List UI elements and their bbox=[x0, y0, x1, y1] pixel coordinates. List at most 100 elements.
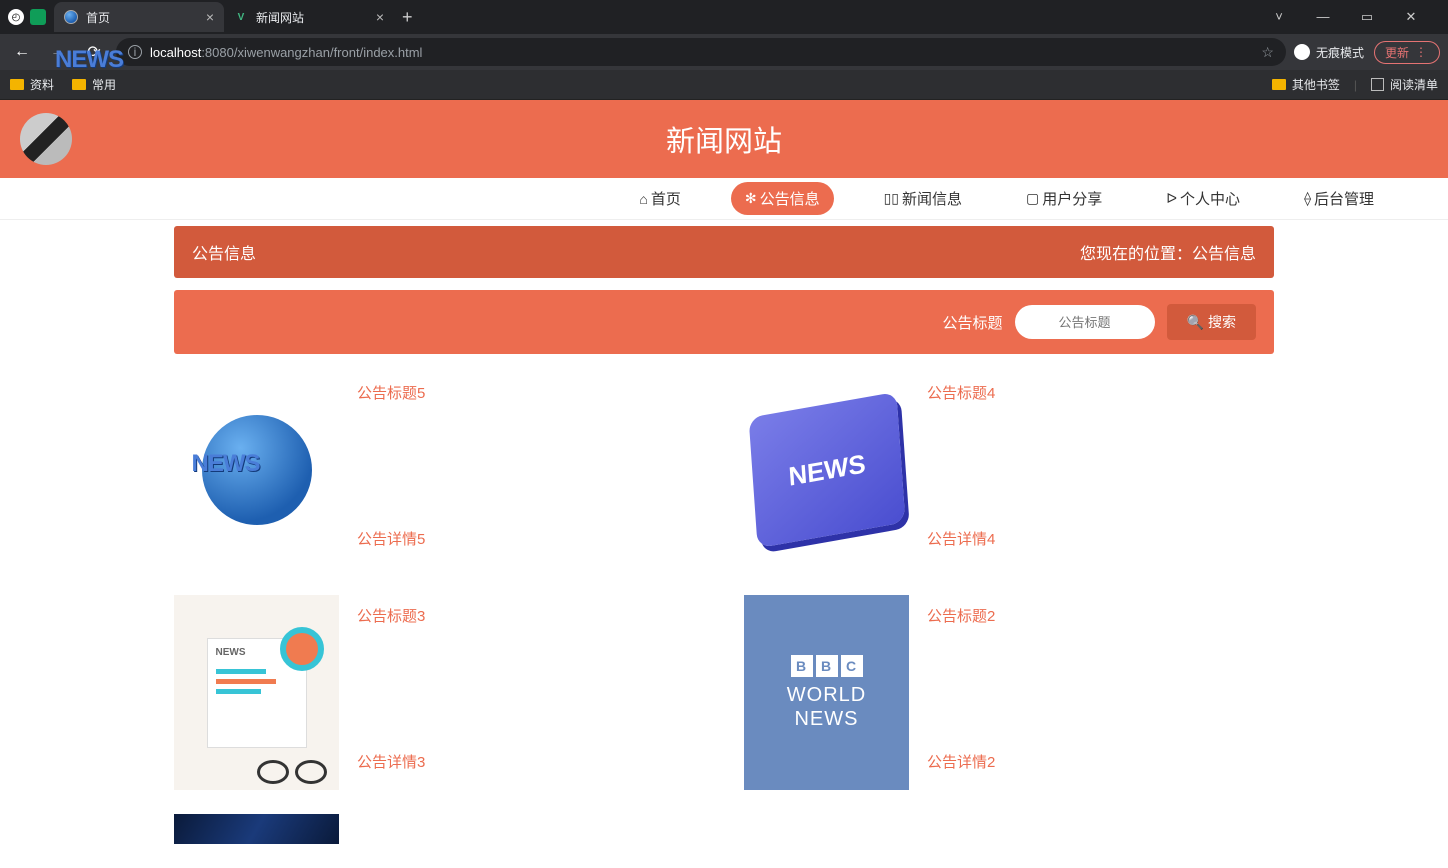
breadcrumb: 公告信息 您现在的位置：公告信息 bbox=[174, 226, 1274, 278]
search-input[interactable] bbox=[1015, 305, 1155, 339]
person-icon: ᐅ bbox=[1166, 190, 1177, 207]
bookmark-folder-materials[interactable]: 资料 bbox=[10, 76, 54, 93]
bbc-logo-icon: BBC bbox=[791, 655, 863, 677]
menu-dots-icon[interactable]: ⋮ bbox=[1415, 45, 1425, 59]
url-path: :8080/xiwenwangzhan/front/index.html bbox=[201, 45, 422, 60]
app-icon bbox=[30, 9, 46, 25]
thumbnail: NEWS bbox=[744, 372, 909, 567]
nav-admin[interactable]: ⟠ 后台管理 bbox=[1290, 182, 1388, 215]
update-button[interactable]: 更新 ⋮ bbox=[1374, 41, 1440, 64]
search-label: 公告标题 bbox=[943, 312, 1003, 333]
bookmark-star-icon[interactable]: ☆ bbox=[1261, 44, 1274, 61]
site-nav: ⌂ 首页 ✻ 公告信息 ▯▯ 新闻信息 ▢ 用户分享 ᐅ 个人中心 ⟠ 后台管理 bbox=[0, 178, 1448, 220]
favicon-vue-icon: V bbox=[234, 10, 248, 24]
section-title: 公告信息 bbox=[192, 240, 256, 264]
home-icon: ⌂ bbox=[639, 191, 647, 207]
announcement-icon: ✻ bbox=[745, 190, 757, 207]
page-viewport[interactable]: 新闻网站 ⌂ 首页 ✻ 公告信息 ▯▯ 新闻信息 ▢ 用户分享 ᐅ 个人中心 ⟠… bbox=[0, 100, 1448, 868]
nav-label: 用户分享 bbox=[1042, 188, 1102, 209]
incognito-label: 无痕模式 bbox=[1316, 44, 1364, 61]
incognito-indicator[interactable]: 无痕模式 bbox=[1294, 44, 1364, 61]
news-key-icon: NEWS bbox=[748, 391, 905, 547]
bbc-text: WORLDNEWS bbox=[787, 683, 866, 731]
newspaper-icon bbox=[207, 638, 307, 748]
news-globe-icon bbox=[202, 415, 312, 525]
share-icon: ▢ bbox=[1026, 190, 1039, 207]
card-detail[interactable]: 公告详情5 bbox=[357, 528, 425, 549]
window-controls: ˅ — ▭ ✕ bbox=[1250, 9, 1440, 25]
site-header: 新闻网站 bbox=[0, 100, 1448, 178]
thumbnail: BBC WORLDNEWS bbox=[744, 595, 909, 790]
nav-news[interactable]: ▯▯ 新闻信息 bbox=[870, 182, 976, 215]
incognito-icon bbox=[1294, 44, 1310, 60]
close-icon[interactable]: × bbox=[206, 9, 214, 25]
avatar[interactable] bbox=[20, 113, 72, 165]
announcement-card[interactable]: 公告标题3 公告详情3 bbox=[174, 595, 704, 790]
address-row: ← → ⟳ i localhost:8080/xiwenwangzhan/fro… bbox=[0, 34, 1448, 70]
announcement-card[interactable]: NEWS 公告标题4 公告详情4 bbox=[744, 372, 1274, 567]
other-bookmarks[interactable]: 其他书签 bbox=[1272, 76, 1340, 93]
thumbnail bbox=[174, 814, 339, 844]
tab-news-site[interactable]: V 新闻网站 × bbox=[224, 2, 394, 32]
nav-share[interactable]: ▢ 用户分享 bbox=[1012, 182, 1116, 215]
nav-label: 个人中心 bbox=[1180, 188, 1240, 209]
favicon-globe-icon bbox=[64, 10, 78, 24]
chevron-down-icon[interactable]: ˅ bbox=[1266, 9, 1292, 25]
announcement-card[interactable] bbox=[174, 814, 704, 844]
link-icon: ⟠ bbox=[1304, 190, 1311, 207]
announcement-card[interactable]: BBC WORLDNEWS 公告标题2 公告详情2 bbox=[744, 595, 1274, 790]
tab-title: 首页 bbox=[86, 9, 198, 26]
new-tab-button[interactable]: + bbox=[394, 7, 421, 28]
bookmark-label: 资料 bbox=[30, 76, 54, 93]
card-detail[interactable]: 公告详情3 bbox=[357, 751, 425, 772]
tab-home[interactable]: 首页 × bbox=[54, 2, 224, 32]
info-icon[interactable]: i bbox=[128, 45, 142, 59]
minimize-icon[interactable]: — bbox=[1310, 9, 1336, 25]
page-title: 新闻网站 bbox=[666, 118, 782, 160]
close-window-icon[interactable]: ✕ bbox=[1398, 9, 1424, 25]
address-bar[interactable]: i localhost:8080/xiwenwangzhan/front/ind… bbox=[116, 38, 1286, 66]
announcement-grid: 公告标题5 公告详情5 NEWS 公告标题4 公告详情4 bbox=[174, 372, 1274, 844]
search-icon: 🔍 bbox=[1187, 314, 1204, 331]
nav-label: 公告信息 bbox=[760, 188, 820, 209]
card-detail[interactable]: 公告详情4 bbox=[927, 528, 995, 549]
folder-icon bbox=[72, 79, 86, 90]
url-host: localhost bbox=[150, 45, 201, 60]
reading-list[interactable]: 阅读清单 bbox=[1371, 76, 1438, 93]
thumbnail bbox=[174, 595, 339, 790]
sys-icons: ◴ bbox=[8, 9, 54, 25]
news-icon: ▯▯ bbox=[884, 190, 899, 207]
card-title[interactable]: 公告标题4 bbox=[927, 382, 995, 403]
announcement-card[interactable]: 公告标题5 公告详情5 bbox=[174, 372, 704, 567]
card-title[interactable]: 公告标题5 bbox=[357, 382, 425, 403]
update-label: 更新 bbox=[1385, 44, 1409, 61]
maximize-icon[interactable]: ▭ bbox=[1354, 9, 1380, 25]
nav-label: 后台管理 bbox=[1314, 188, 1374, 209]
bookmark-folder-common[interactable]: 常用 bbox=[72, 76, 116, 93]
back-button[interactable]: ← bbox=[8, 38, 36, 66]
nav-profile[interactable]: ᐅ 个人中心 bbox=[1152, 182, 1254, 215]
tab-strip: ◴ 首页 × V 新闻网站 × + ˅ — ▭ ✕ bbox=[0, 0, 1448, 34]
card-detail[interactable]: 公告详情2 bbox=[927, 751, 995, 772]
url-text: localhost:8080/xiwenwangzhan/front/index… bbox=[150, 45, 422, 60]
bookmarks-bar: 资料 常用 其他书签 | 阅读清单 bbox=[0, 70, 1448, 100]
folder-icon bbox=[10, 79, 24, 90]
list-icon bbox=[1371, 78, 1384, 91]
close-icon[interactable]: × bbox=[376, 9, 384, 25]
nav-home[interactable]: ⌂ 首页 bbox=[625, 182, 694, 215]
bookmark-label: 常用 bbox=[92, 76, 116, 93]
nav-label: 新闻信息 bbox=[902, 188, 962, 209]
nav-label: 首页 bbox=[651, 188, 681, 209]
content: 公告信息 您现在的位置：公告信息 公告标题 🔍 搜索 公告标题5 公告详情5 bbox=[174, 226, 1274, 844]
card-title[interactable]: 公告标题3 bbox=[357, 605, 425, 626]
card-title[interactable]: 公告标题2 bbox=[927, 605, 995, 626]
location-text: 您现在的位置：公告信息 bbox=[1080, 240, 1256, 264]
folder-icon bbox=[1272, 79, 1286, 90]
reading-list-label: 阅读清单 bbox=[1390, 76, 1438, 93]
globe-icon: ◴ bbox=[8, 9, 24, 25]
nav-announce[interactable]: ✻ 公告信息 bbox=[731, 182, 834, 215]
thumbnail bbox=[174, 372, 339, 567]
search-button[interactable]: 🔍 搜索 bbox=[1167, 304, 1256, 340]
search-button-label: 搜索 bbox=[1208, 312, 1236, 332]
search-bar: 公告标题 🔍 搜索 bbox=[174, 290, 1274, 354]
